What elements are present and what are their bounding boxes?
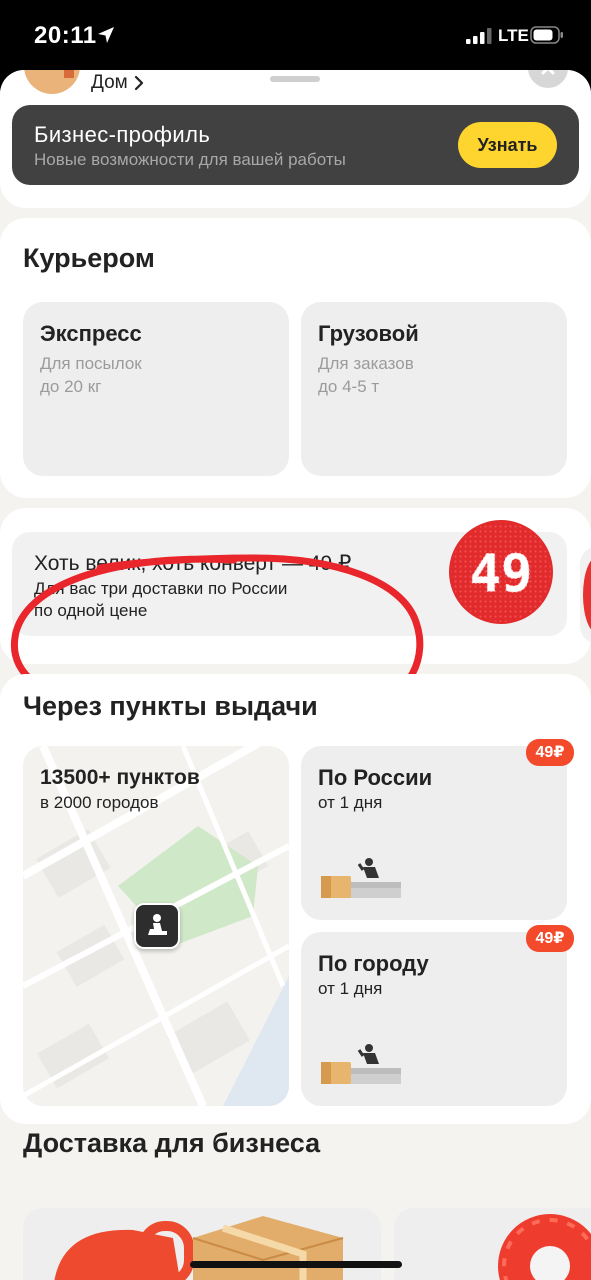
- pickup-points-map-tile[interactable]: 13500+ пунктов в 2000 городов: [23, 746, 289, 1106]
- parcel-counter-icon: [321, 858, 401, 898]
- russia-delivery-time: от 1 дня: [318, 793, 383, 812]
- address-label[interactable]: Дом: [91, 72, 128, 94]
- scooter-box-illustration: [54, 1216, 344, 1280]
- location-arrow-icon: [98, 27, 114, 43]
- network-type: LTE: [498, 26, 529, 45]
- pickup-point-icon: [148, 914, 167, 935]
- cargo-tile[interactable]: Грузовой Для заказов до 4-5 т: [301, 302, 567, 476]
- home-indicator[interactable]: [190, 1261, 402, 1268]
- status-time: 20:11: [34, 22, 97, 49]
- business-delivery-tile-2[interactable]: [394, 1208, 591, 1280]
- russia-price-badge: 49₽: [526, 739, 574, 766]
- lifebuoy-illustration: [498, 1214, 591, 1280]
- main-sheet: Дом Бизнес-профиль Новые возможности для…: [0, 70, 591, 1280]
- close-button[interactable]: [528, 70, 568, 88]
- pickup-points-cities: в 2000 городов: [40, 793, 159, 812]
- business-profile-title: Бизнес-профиль: [34, 122, 211, 147]
- chevron-right-icon[interactable]: [132, 74, 146, 92]
- learn-more-button[interactable]: Узнать: [458, 122, 557, 168]
- city-price-badge: 49₽: [526, 925, 574, 952]
- promo-title: Хоть велик, хоть конверт — 49 ₽: [34, 552, 352, 575]
- business-delivery-title: Доставка для бизнеса: [23, 1128, 321, 1158]
- courier-section: Курьером Экспресс Для посылок до 20 кг Г…: [0, 218, 591, 498]
- courier-section-title: Курьером: [23, 243, 155, 273]
- signal-strength-icon: [466, 28, 492, 44]
- battery-icon: [530, 26, 563, 44]
- express-tile[interactable]: Экспресс Для посылок до 20 кг: [23, 302, 289, 476]
- express-subtitle: Для посылок до 20 кг: [40, 354, 142, 396]
- business-profile-subtitle: Новые возможности для вашей работы: [34, 150, 346, 169]
- pickup-point-pin[interactable]: [134, 903, 180, 949]
- express-title: Экспресс: [40, 321, 142, 346]
- pickup-points-count: 13500+ пунктов: [40, 766, 200, 789]
- next-promo-peek[interactable]: [580, 546, 591, 644]
- close-icon: [541, 70, 555, 75]
- parcel-counter-icon: [321, 1044, 401, 1084]
- city-delivery-tile[interactable]: По городу от 1 дня: [301, 932, 567, 1106]
- russia-delivery-tile[interactable]: По России от 1 дня: [301, 746, 567, 920]
- pickup-section-title: Через пункты выдачи: [23, 691, 318, 721]
- status-bar: 20:11 LTE: [0, 0, 591, 70]
- badge-text: 49: [470, 544, 533, 604]
- promo-subtitle: Для вас три доставки по России по одной …: [34, 579, 288, 620]
- cargo-title: Грузовой: [318, 321, 419, 346]
- top-card: Дом Бизнес-профиль Новые возможности для…: [0, 70, 591, 208]
- business-delivery-tile-1[interactable]: [23, 1208, 381, 1280]
- business-profile-banner[interactable]: Бизнес-профиль Новые возможности для ваш…: [12, 105, 579, 185]
- pickup-section: Через пункты выдачи 13500+ пунктов в 200…: [0, 674, 591, 1124]
- price-49-badge-icon: 49: [449, 520, 553, 624]
- sheet-drag-handle[interactable]: [270, 76, 320, 82]
- russia-delivery-title: По России: [318, 765, 433, 790]
- city-delivery-time: от 1 дня: [318, 979, 383, 998]
- cargo-subtitle: Для заказов до 4-5 т: [318, 354, 414, 396]
- avatar[interactable]: [24, 70, 80, 94]
- city-delivery-title: По городу: [318, 951, 429, 976]
